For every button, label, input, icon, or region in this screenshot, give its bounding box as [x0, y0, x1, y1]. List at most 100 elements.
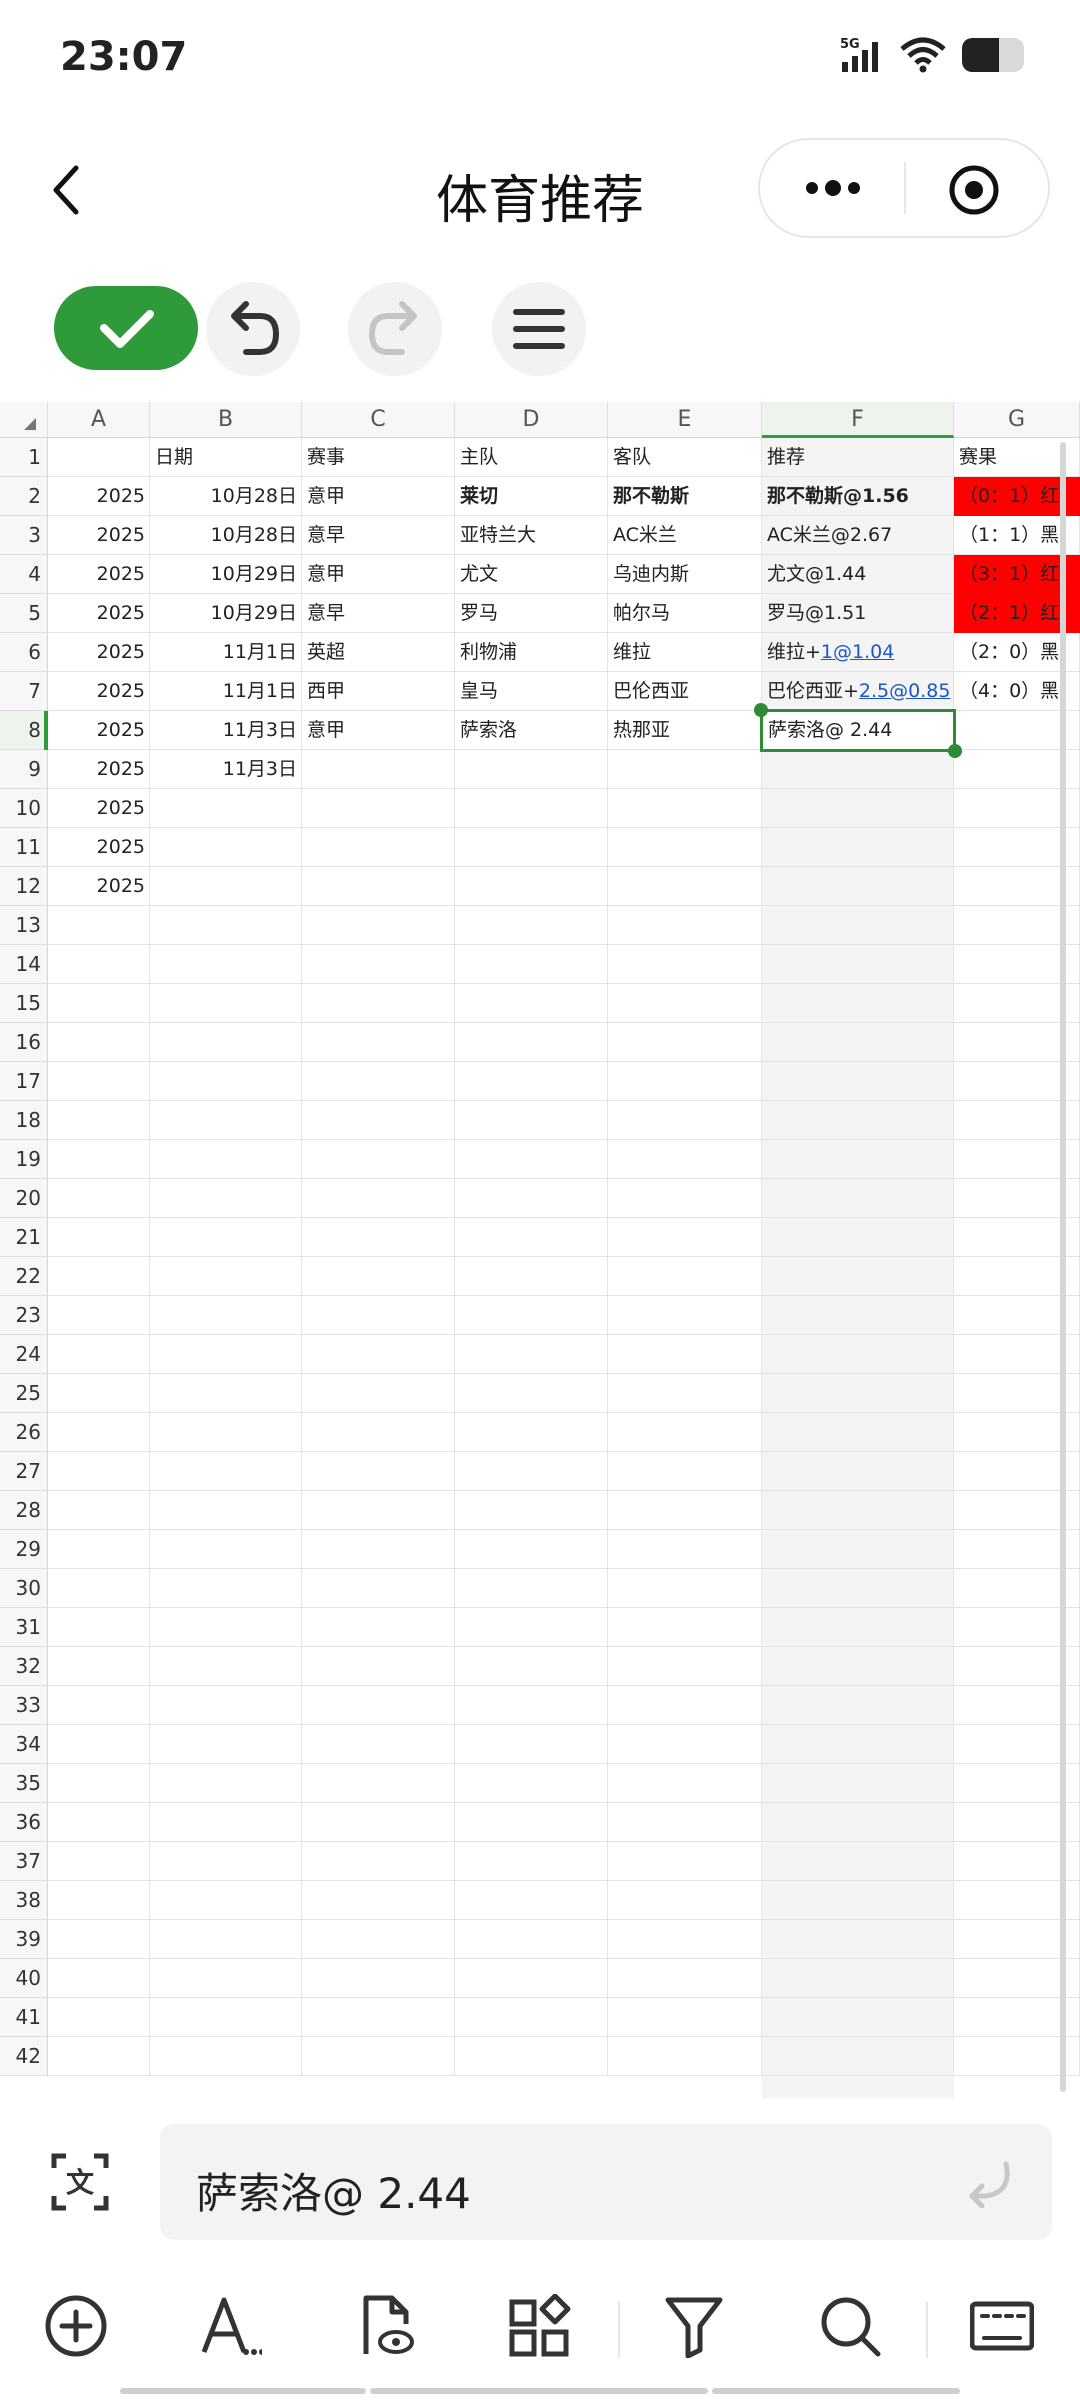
cell-e7[interactable]: 巴伦西亚	[608, 672, 762, 711]
cell-e5[interactable]: 帕尔马	[608, 594, 762, 633]
row-header[interactable]: 27	[0, 1452, 48, 1491]
cell-f3[interactable]: AC米兰@2.67	[762, 516, 954, 555]
row-header[interactable]: 20	[0, 1179, 48, 1218]
column-header-b[interactable]: B	[150, 402, 302, 438]
cell-b3[interactable]: 10月28日	[150, 516, 302, 555]
cell-e8[interactable]: 热那亚	[608, 711, 762, 750]
cell-f5[interactable]: 罗马@1.51	[762, 594, 954, 633]
cell-d12[interactable]	[455, 867, 608, 906]
column-header-c[interactable]: C	[302, 402, 455, 438]
cell-c11[interactable]	[302, 828, 455, 867]
cell-b4[interactable]: 10月29日	[150, 555, 302, 594]
cell-e9[interactable]	[608, 750, 762, 789]
cell-e1[interactable]: 客队	[608, 438, 762, 477]
more-icon[interactable]	[798, 166, 868, 210]
selection-handle[interactable]	[754, 703, 768, 717]
cell-e11[interactable]	[608, 828, 762, 867]
cell-a10[interactable]: 2025	[48, 789, 150, 828]
row-header[interactable]: 35	[0, 1764, 48, 1803]
cell-a4[interactable]: 2025	[48, 555, 150, 594]
row-header[interactable]: 9	[0, 750, 48, 789]
record-icon[interactable]	[948, 164, 1000, 216]
cell-b9[interactable]: 11月3日	[150, 750, 302, 789]
row-header[interactable]: 42	[0, 2037, 48, 2076]
cell-b12[interactable]	[150, 867, 302, 906]
cell-e12[interactable]	[608, 867, 762, 906]
cell-c5[interactable]: 意早	[302, 594, 455, 633]
cell-b6[interactable]: 11月1日	[150, 633, 302, 672]
widgets-icon[interactable]	[508, 2294, 572, 2358]
column-header-f[interactable]: F	[762, 402, 954, 438]
cell-c7[interactable]: 西甲	[302, 672, 455, 711]
cell-a1[interactable]	[48, 438, 150, 477]
cell-f7[interactable]: 巴伦西亚+2.5@0.85	[762, 672, 954, 711]
filter-icon[interactable]	[662, 2294, 726, 2358]
cell-b1[interactable]: 日期	[150, 438, 302, 477]
cell-a3[interactable]: 2025	[48, 516, 150, 555]
cell-b7[interactable]: 11月1日	[150, 672, 302, 711]
cell-a5[interactable]: 2025	[48, 594, 150, 633]
cell-b11[interactable]	[150, 828, 302, 867]
cell-b2[interactable]: 10月28日	[150, 477, 302, 516]
text-scan-icon[interactable]: 文	[50, 2152, 110, 2212]
cell-f11[interactable]	[762, 828, 954, 867]
menu-button[interactable]	[492, 282, 586, 376]
row-header[interactable]: 37	[0, 1842, 48, 1881]
cell-d1[interactable]: 主队	[455, 438, 608, 477]
select-all-corner[interactable]	[0, 402, 48, 438]
redo-button[interactable]	[348, 282, 442, 376]
row-header[interactable]: 5	[0, 594, 48, 633]
confirm-button[interactable]	[54, 286, 198, 370]
keyboard-icon[interactable]	[970, 2294, 1034, 2358]
row-header[interactable]: 28	[0, 1491, 48, 1530]
add-icon[interactable]	[44, 2294, 108, 2358]
spreadsheet-grid[interactable]: ABCDEFG 1 2 3 4 5 6 7 8 9 10 11 12 13 14 15 16 17 18 19 20 2…	[0, 402, 1080, 2100]
cell-d5[interactable]: 罗马	[455, 594, 608, 633]
cell-d11[interactable]	[455, 828, 608, 867]
row-header[interactable]: 12	[0, 867, 48, 906]
cell-f6[interactable]: 维拉+1@1.04	[762, 633, 954, 672]
cell-a8[interactable]: 2025	[48, 711, 150, 750]
cell-link[interactable]: 1@1.04	[821, 641, 894, 663]
cell-a11[interactable]: 2025	[48, 828, 150, 867]
cell-e2[interactable]: 那不勒斯	[608, 477, 762, 516]
row-header[interactable]: 16	[0, 1023, 48, 1062]
cell-c9[interactable]	[302, 750, 455, 789]
row-header[interactable]: 40	[0, 1959, 48, 1998]
row-header[interactable]: 25	[0, 1374, 48, 1413]
cell-d7[interactable]: 皇马	[455, 672, 608, 711]
cell-a2[interactable]: 2025	[48, 477, 150, 516]
cell-c10[interactable]	[302, 789, 455, 828]
cell-d2[interactable]: 莱切	[455, 477, 608, 516]
cell-a6[interactable]: 2025	[48, 633, 150, 672]
enter-icon[interactable]	[962, 2156, 1016, 2208]
row-header[interactable]: 7	[0, 672, 48, 711]
preview-icon[interactable]	[354, 2294, 418, 2358]
row-header[interactable]: 31	[0, 1608, 48, 1647]
cell-c8[interactable]: 意甲	[302, 711, 455, 750]
cell-f10[interactable]	[762, 789, 954, 828]
row-header[interactable]: 24	[0, 1335, 48, 1374]
cell-d9[interactable]	[455, 750, 608, 789]
cell-f2[interactable]: 那不勒斯@1.56	[762, 477, 954, 516]
row-header[interactable]: 8	[0, 711, 48, 750]
cell-c12[interactable]	[302, 867, 455, 906]
cell-c6[interactable]: 英超	[302, 633, 455, 672]
row-header[interactable]: 26	[0, 1413, 48, 1452]
cell-c3[interactable]: 意早	[302, 516, 455, 555]
column-header-d[interactable]: D	[455, 402, 608, 438]
row-header[interactable]: 34	[0, 1725, 48, 1764]
row-header[interactable]: 23	[0, 1296, 48, 1335]
undo-button[interactable]	[206, 282, 300, 376]
cell-f4[interactable]: 尤文@1.44	[762, 555, 954, 594]
row-header[interactable]: 6	[0, 633, 48, 672]
row-header[interactable]: 2	[0, 477, 48, 516]
cell-e4[interactable]: 乌迪内斯	[608, 555, 762, 594]
row-header[interactable]: 18	[0, 1101, 48, 1140]
cell-b10[interactable]	[150, 789, 302, 828]
text-format-icon[interactable]	[198, 2294, 262, 2358]
row-header[interactable]: 4	[0, 555, 48, 594]
row-header[interactable]: 3	[0, 516, 48, 555]
row-header[interactable]: 10	[0, 789, 48, 828]
row-header[interactable]: 19	[0, 1140, 48, 1179]
